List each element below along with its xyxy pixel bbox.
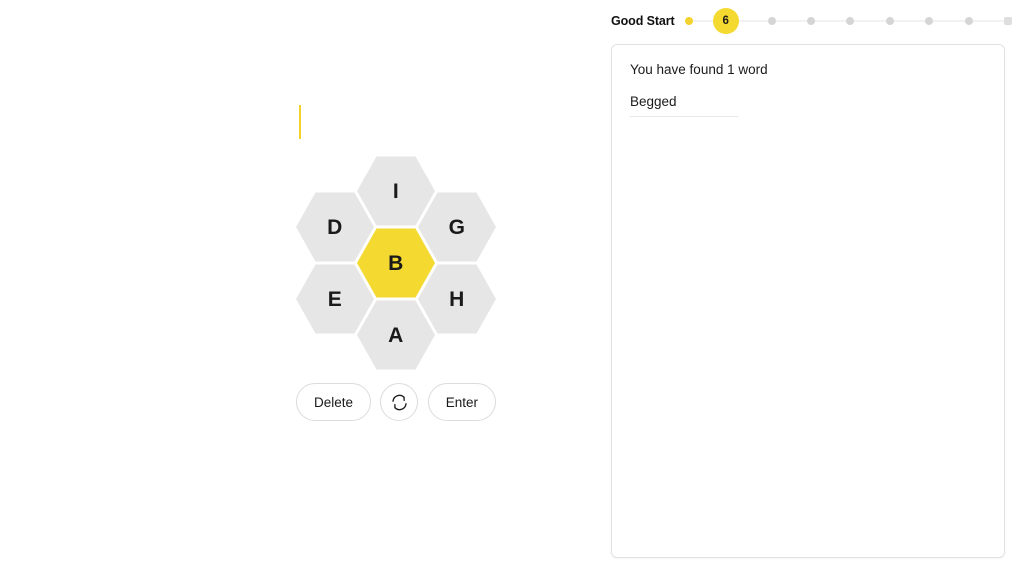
- progress-tick-final[interactable]: [1004, 17, 1013, 25]
- hex-letter-bottom[interactable]: A: [357, 300, 435, 370]
- hex-letter-lower-left[interactable]: E: [296, 264, 374, 334]
- progress-tick-5[interactable]: [846, 17, 855, 25]
- hex-letter-center[interactable]: B: [357, 228, 435, 298]
- rank-progress-bar: Good Start 6: [611, 8, 1013, 34]
- rank-label: Good Start: [611, 14, 675, 28]
- text-cursor: [299, 105, 301, 139]
- puzzle-pane: I D G B E H A Delete Enter: [0, 0, 600, 576]
- found-word-item[interactable]: Begged: [630, 94, 738, 117]
- progress-tick-current[interactable]: 6: [712, 8, 739, 34]
- progress-track: 6: [684, 8, 1013, 34]
- hex-letter-lower-right[interactable]: H: [418, 264, 496, 334]
- hex-letter-label: B: [388, 251, 404, 275]
- word-input[interactable]: [0, 104, 600, 140]
- hex-letter-label: H: [449, 287, 465, 311]
- progress-tick-1[interactable]: [684, 17, 693, 25]
- spelling-bee-app: I D G B E H A Delete Enter Good Start 6 …: [0, 0, 1024, 576]
- found-words-panel: You have found 1 word Begged: [611, 44, 1005, 558]
- letter-hive: I D G B E H A: [296, 155, 496, 370]
- hex-letter-label: G: [448, 215, 466, 239]
- shuffle-icon: [390, 393, 409, 412]
- hex-letter-label: D: [327, 215, 343, 239]
- progress-tick-3[interactable]: [767, 17, 776, 25]
- enter-button[interactable]: Enter: [427, 383, 496, 421]
- shuffle-button[interactable]: [380, 383, 419, 421]
- right-pane: Good Start 6 You have found 1 word Begge…: [600, 0, 1024, 576]
- progress-tick-4[interactable]: [807, 17, 816, 25]
- progress-tick-8[interactable]: [964, 17, 973, 25]
- puzzle-controls: Delete Enter: [296, 383, 496, 421]
- hex-letter-label: I: [392, 179, 400, 203]
- hex-letter-label: A: [388, 323, 404, 347]
- hex-letter-label: E: [327, 287, 343, 311]
- hex-letter-upper-left[interactable]: D: [296, 192, 374, 262]
- found-words-list: Begged: [630, 94, 986, 126]
- delete-button[interactable]: Delete: [296, 383, 372, 421]
- hex-letter-upper-right[interactable]: G: [418, 192, 496, 262]
- progress-tick-7[interactable]: [925, 17, 934, 25]
- found-words-count: You have found 1 word: [630, 62, 768, 77]
- hex-letter-top[interactable]: I: [357, 156, 435, 226]
- progress-tick-6[interactable]: [885, 17, 894, 25]
